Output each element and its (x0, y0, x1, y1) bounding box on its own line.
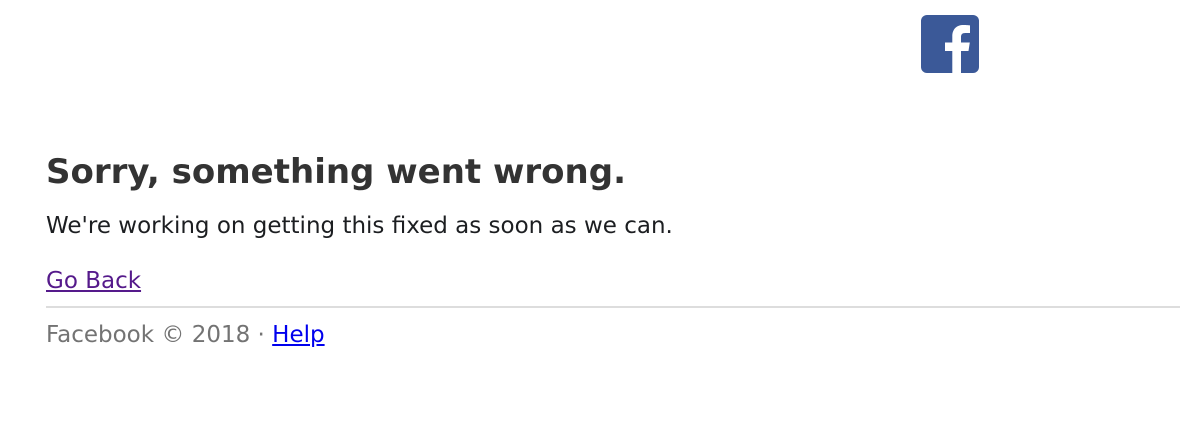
error-message: We're working on getting this fixed as s… (46, 213, 673, 239)
facebook-f-glyph (945, 25, 970, 73)
go-back-link[interactable]: Go Back (46, 266, 141, 296)
footer-divider (46, 306, 1180, 308)
error-content: Sorry, something went wrong. We're worki… (46, 150, 1180, 350)
help-link[interactable]: Help (272, 322, 324, 348)
error-title: Sorry, something went wrong. (46, 152, 626, 192)
footer-separator: · (250, 322, 273, 348)
copyright-text: Facebook © 2018 (46, 322, 251, 348)
facebook-logo-icon[interactable] (921, 15, 979, 73)
footer: Facebook © 2018 · Help (46, 320, 1180, 350)
